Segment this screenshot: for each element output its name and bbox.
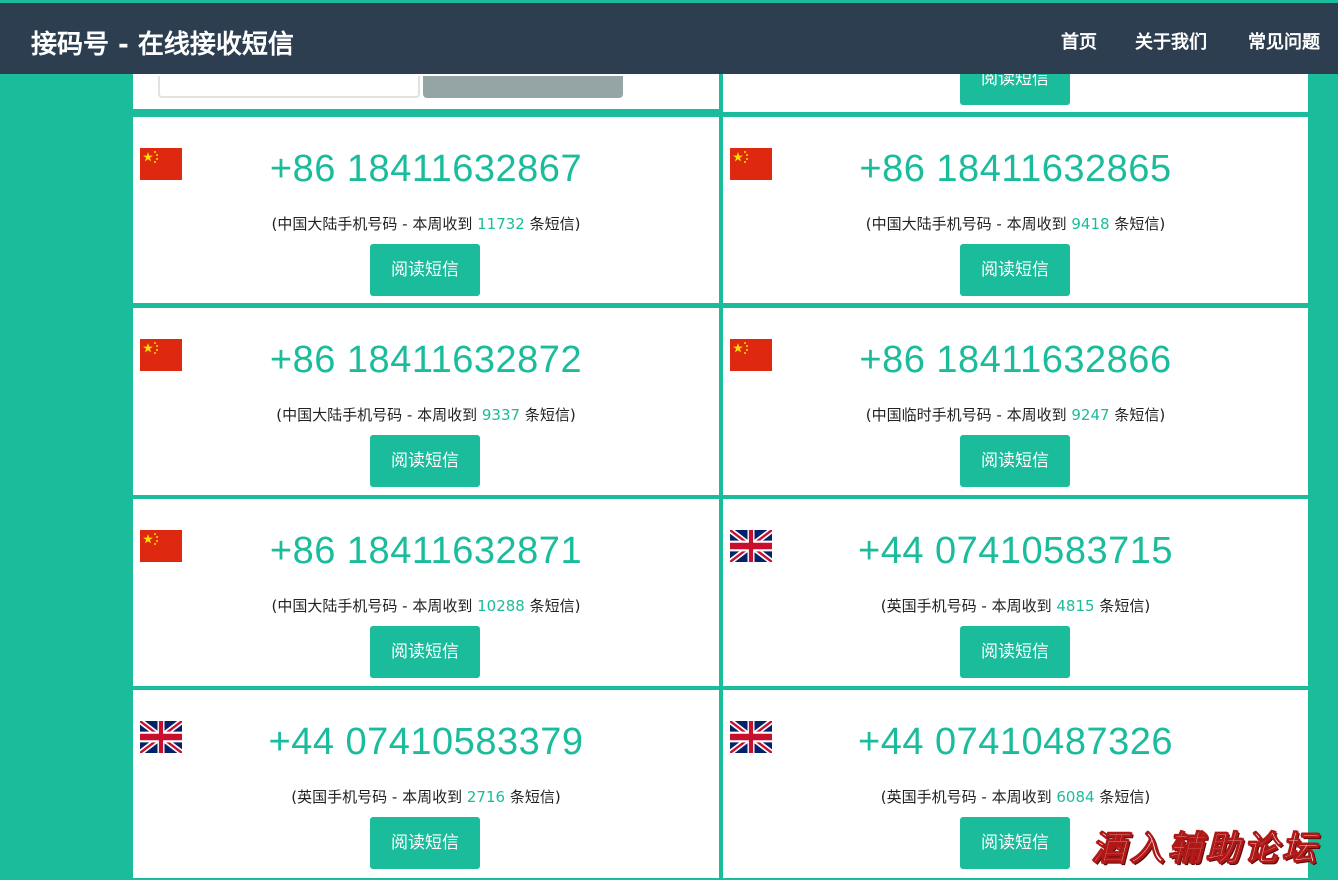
sms-count: 2716 xyxy=(466,788,506,806)
phone-number[interactable]: +86 18411632866 xyxy=(723,339,1308,382)
watermark-logo: 酒入辅助论坛 xyxy=(1092,829,1320,870)
phone-number[interactable]: +44 07410583715 xyxy=(723,530,1308,573)
read-sms-button[interactable]: 阅读短信 xyxy=(960,817,1070,869)
nav-faq[interactable]: 常见问题 xyxy=(1248,28,1320,54)
phone-number[interactable]: +44 07410583379 xyxy=(133,721,719,764)
read-sms-button[interactable]: 阅读短信 xyxy=(370,817,480,869)
number-description: (中国大陆手机号码 - 本周收到 11732 条短信) xyxy=(271,215,581,233)
read-sms-button[interactable]: 阅读短信 xyxy=(960,244,1070,296)
sms-count: 6084 xyxy=(1056,788,1095,806)
nav-about[interactable]: 关于我们 xyxy=(1135,28,1207,54)
number-card: +86 18411632871 (中国大陆手机号码 - 本周收到 10288 条… xyxy=(133,499,719,686)
sms-count: 9418 xyxy=(1071,215,1110,233)
number-card: +44 07410583379 (英国手机号码 - 本周收到 2716 条短信)… xyxy=(133,690,719,878)
number-description: (英国手机号码 - 本周收到 4815 条短信) xyxy=(880,597,1151,615)
number-card: +44 07410583715 (英国手机号码 - 本周收到 4815 条短信)… xyxy=(723,499,1308,686)
number-description: (中国大陆手机号码 - 本周收到 9337 条短信) xyxy=(276,406,576,424)
number-card: +86 18411632872 (中国大陆手机号码 - 本周收到 9337 条短… xyxy=(133,308,719,495)
read-sms-button[interactable]: 阅读短信 xyxy=(960,626,1070,678)
sms-count: 4815 xyxy=(1056,597,1095,615)
number-description: (中国临时手机号码 - 本周收到 9247 条短信) xyxy=(865,406,1166,424)
nav-home[interactable]: 首页 xyxy=(1061,28,1097,54)
search-button[interactable] xyxy=(423,76,623,98)
sms-count: 11732 xyxy=(477,215,525,233)
phone-number[interactable]: +86 18411632865 xyxy=(723,148,1308,191)
read-sms-button[interactable]: 阅读短信 xyxy=(370,244,480,296)
read-sms-button[interactable]: 阅读短信 xyxy=(960,435,1070,487)
search-input[interactable] xyxy=(158,76,420,98)
number-description: (中国大陆手机号码 - 本周收到 10288 条短信) xyxy=(271,597,581,615)
phone-number[interactable]: +86 18411632872 xyxy=(133,339,719,382)
sms-count: 9337 xyxy=(481,406,521,424)
number-description: (中国大陆手机号码 - 本周收到 9418 条短信) xyxy=(865,215,1166,233)
navbar: 接码号 - 在线接收短信 首页 关于我们 常见问题 xyxy=(0,3,1338,74)
read-sms-button[interactable]: 阅读短信 xyxy=(370,435,480,487)
sms-count: 10288 xyxy=(477,597,525,615)
phone-number[interactable]: +86 18411632871 xyxy=(133,530,719,573)
phone-number[interactable]: +86 18411632867 xyxy=(133,148,719,191)
sms-count: 9247 xyxy=(1071,406,1110,424)
number-description: (英国手机号码 - 本周收到 2716 条短信) xyxy=(291,788,561,806)
read-sms-button[interactable]: 阅读短信 xyxy=(370,626,480,678)
site-brand[interactable]: 接码号 - 在线接收短信 xyxy=(31,24,294,61)
number-card: +86 18411632867 (中国大陆手机号码 - 本周收到 11732 条… xyxy=(133,117,719,303)
number-card: +86 18411632866 (中国临时手机号码 - 本周收到 9247 条短… xyxy=(723,308,1308,495)
phone-number[interactable]: +44 07410487326 xyxy=(723,721,1308,764)
number-description: (英国手机号码 - 本周收到 6084 条短信) xyxy=(880,788,1151,806)
number-card: +86 18411632865 (中国大陆手机号码 - 本周收到 9418 条短… xyxy=(723,117,1308,303)
